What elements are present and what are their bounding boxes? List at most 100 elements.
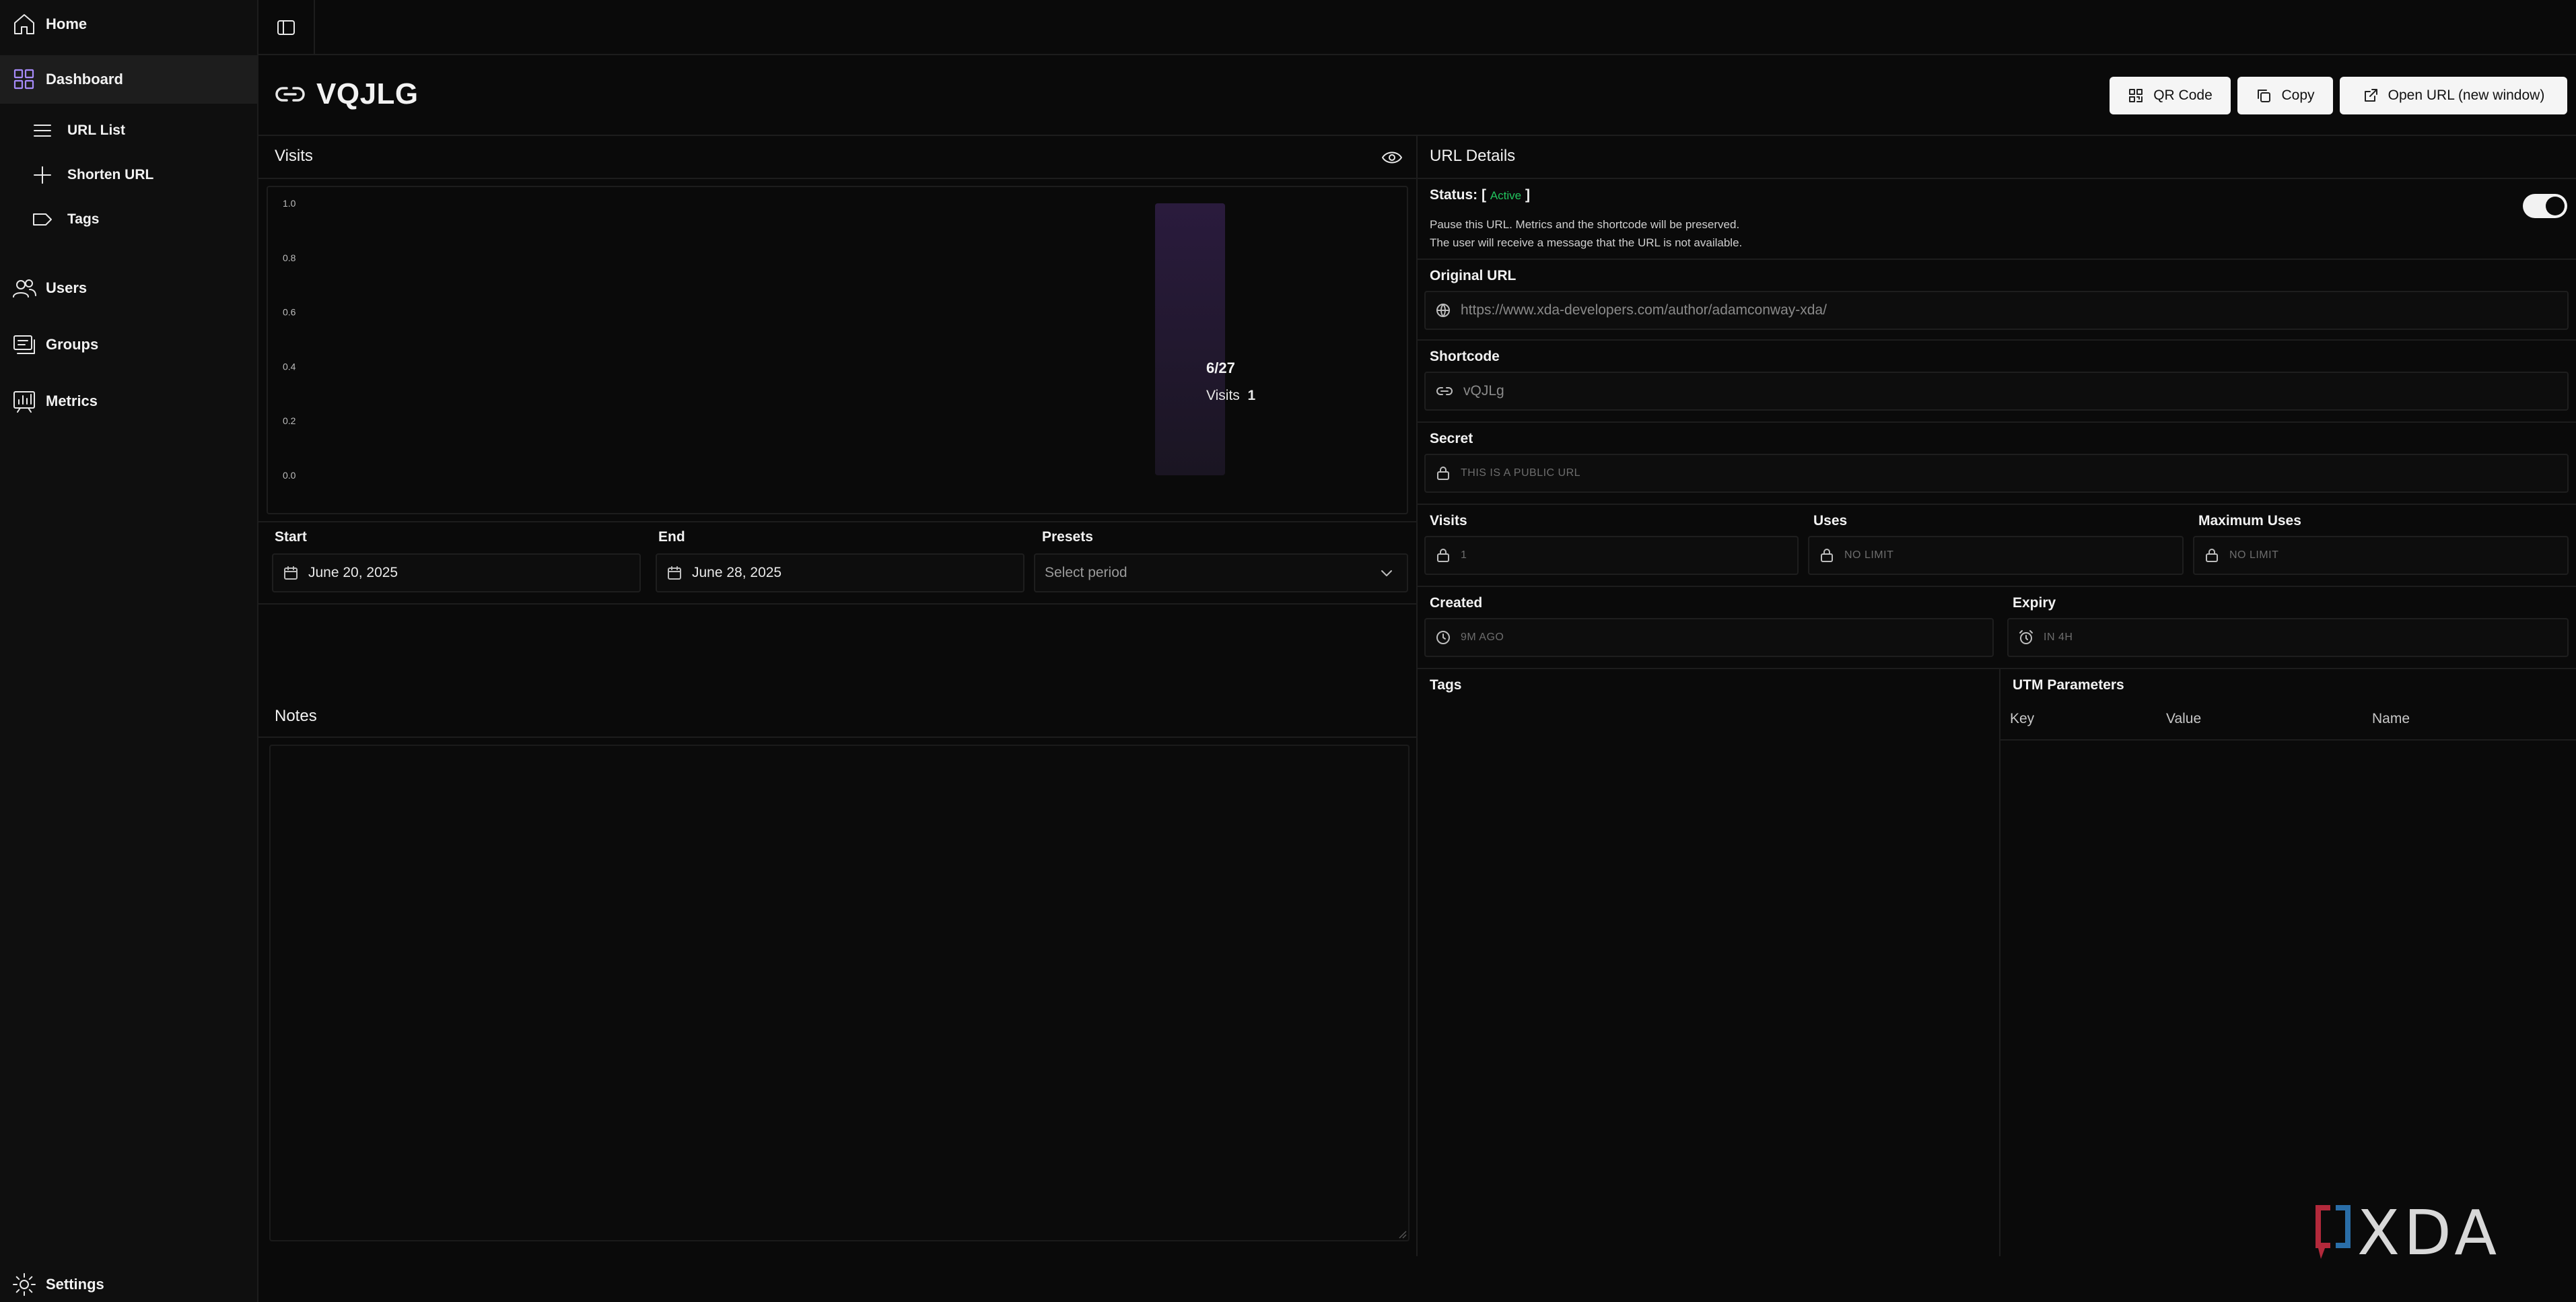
panel-divider: [1416, 136, 1418, 1256]
utm-label: UTM Parameters: [2013, 677, 2124, 693]
sidebar-toggle-button[interactable]: [258, 0, 315, 55]
start-date-input[interactable]: June 20, 2025: [272, 553, 641, 592]
list-icon: [34, 125, 51, 137]
tooltip-date: 6/27: [1206, 359, 1235, 376]
shortcode-label: Shortcode: [1430, 349, 1500, 364]
presets-select[interactable]: Select period: [1034, 553, 1408, 592]
nav-dashboard[interactable]: Dashboard: [0, 55, 257, 104]
eye-icon[interactable]: [1381, 148, 1403, 167]
nav-tags[interactable]: Tags: [0, 195, 257, 244]
status-divider: [1418, 259, 2576, 260]
link-icon: [1436, 387, 1453, 395]
metrics-icon: [13, 391, 35, 413]
xda-watermark: XDA: [2313, 1197, 2555, 1275]
open-url-button[interactable]: Open URL (new window): [2340, 77, 2567, 114]
lock-icon: [1821, 549, 1833, 562]
expiry-field[interactable]: IN 4H: [2007, 618, 2569, 657]
start-date-value: June 20, 2025: [308, 565, 398, 580]
dates-divider: [1418, 668, 2576, 669]
shortcode-value: vQJLg: [1463, 383, 1504, 399]
utm-table-header: Key Value Name: [2000, 699, 2576, 741]
xda-logo-text: XDA: [2357, 1197, 2501, 1269]
qr-code-button[interactable]: QR Code: [2110, 77, 2231, 114]
nav-groups[interactable]: Groups: [0, 320, 257, 369]
gear-icon: [13, 1273, 36, 1296]
visits-field[interactable]: 1: [1424, 536, 1799, 575]
toggle-knob: [2546, 197, 2565, 215]
nav-metrics-label: Metrics: [46, 392, 98, 409]
visits-bar[interactable]: [1155, 203, 1225, 475]
page-header: VQJLG QR Code Copy Open URL (new window): [258, 55, 2576, 136]
lock-icon: [2206, 549, 2218, 562]
top-bar: [258, 0, 2576, 55]
created-field[interactable]: 9M AGO: [1424, 618, 1994, 657]
nav-users[interactable]: Users: [0, 264, 257, 312]
globe-icon: [1436, 304, 1450, 317]
y-tick-label: 0.0: [283, 470, 296, 481]
home-icon: [14, 14, 34, 34]
nav-shorten-url-label: Shorten URL: [67, 167, 154, 182]
nav-shorten-url[interactable]: Shorten URL: [0, 151, 257, 199]
max-uses-field[interactable]: NO LIMIT: [2193, 536, 2569, 575]
status-line: Status: [ Active ]: [1430, 187, 1530, 203]
status-help-line-1: Pause this URL. Metrics and the shortcod…: [1430, 218, 1740, 231]
nav-url-list[interactable]: URL List: [0, 106, 257, 155]
plus-icon: [34, 166, 51, 184]
tags-label: Tags: [1430, 677, 1462, 693]
qr-code-label: QR Code: [2153, 88, 2213, 103]
resize-handle-icon[interactable]: [1397, 1229, 1407, 1239]
expiry-value: IN 4H: [2044, 631, 2073, 643]
copy-button[interactable]: Copy: [2237, 77, 2333, 114]
nav-dashboard-label: Dashboard: [46, 71, 123, 88]
status-help-line-2: The user will receive a message that the…: [1430, 236, 1743, 249]
copy-icon: [2258, 90, 2271, 102]
details-header-divider: [1418, 178, 2576, 179]
nav-tags-label: Tags: [67, 211, 100, 227]
nav-groups-label: Groups: [46, 336, 99, 353]
nav-settings[interactable]: Settings: [0, 1267, 257, 1302]
status-suffix: ]: [1525, 187, 1530, 203]
status-toggle[interactable]: [2523, 194, 2567, 218]
tooltip-series-label: Visits: [1206, 388, 1240, 403]
calendar-icon: [284, 566, 298, 580]
nav-home-label: Home: [46, 15, 88, 32]
nav-metrics[interactable]: Metrics: [0, 377, 257, 425]
y-tick-label: 0.6: [283, 307, 296, 318]
visits-value: 1: [1461, 549, 1467, 561]
alarm-clock-icon: [2019, 630, 2033, 644]
sidebar-toggle-icon: [277, 20, 295, 35]
tooltip-row: Visits 1: [1206, 388, 1255, 404]
end-label: End: [658, 529, 685, 545]
range-top-divider: [258, 521, 1416, 522]
calendar-icon: [668, 566, 681, 580]
tooltip-value: 1: [1247, 388, 1256, 403]
original-url-field[interactable]: https://www.xda-developers.com/author/ad…: [1424, 291, 2569, 330]
status-help: Pause this URL. Metrics and the shortcod…: [1430, 215, 1742, 252]
uses-field[interactable]: NO LIMIT: [1808, 536, 2184, 575]
utm-col-value: Value: [2166, 711, 2202, 726]
open-url-label: Open URL (new window): [2388, 88, 2545, 103]
secret-field[interactable]: THIS IS A PUBLIC URL: [1424, 454, 2569, 493]
page-title: VQJLG: [316, 77, 419, 110]
shortcode-divider: [1418, 421, 2576, 423]
external-link-icon: [2364, 89, 2377, 102]
sidebar: Home Dashboard URL List Shorten URL Tags…: [0, 0, 258, 1302]
shortcode-field[interactable]: vQJLg: [1424, 372, 2569, 411]
original-url-value: https://www.xda-developers.com/author/ad…: [1461, 302, 1827, 318]
max-uses-value: NO LIMIT: [2229, 549, 2279, 561]
end-date-value: June 28, 2025: [692, 565, 782, 580]
secret-value: THIS IS A PUBLIC URL: [1461, 467, 1581, 479]
presets-label: Presets: [1042, 529, 1093, 545]
clock-icon: [1436, 631, 1450, 644]
original-url-divider: [1418, 339, 2576, 341]
notes-divider: [258, 736, 1416, 738]
users-icon: [13, 279, 36, 298]
nav-home[interactable]: Home: [0, 0, 257, 48]
visits-label: Visits: [1430, 513, 1467, 528]
notes-textarea[interactable]: [269, 745, 1409, 1241]
groups-icon: [13, 335, 35, 354]
original-url-label: Original URL: [1430, 268, 1517, 283]
end-date-input[interactable]: June 28, 2025: [656, 553, 1024, 592]
nav-users-label: Users: [46, 279, 88, 296]
notes-title: Notes: [275, 707, 317, 725]
